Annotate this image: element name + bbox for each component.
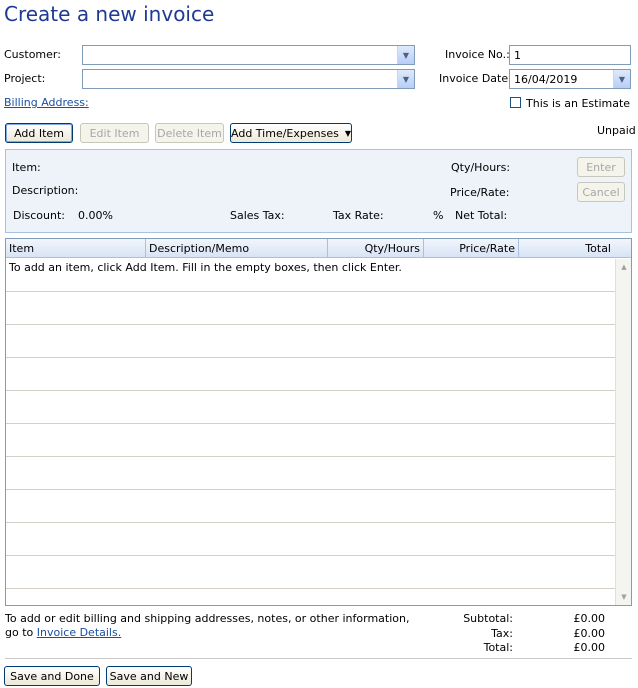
- invoice-no-label: Invoice No.:: [445, 48, 510, 61]
- status-badge: Unpaid: [597, 124, 636, 137]
- column-header-item[interactable]: Item: [6, 239, 146, 258]
- invoice-no-input[interactable]: 1: [509, 45, 631, 65]
- chevron-down-icon[interactable]: ▼: [613, 70, 630, 88]
- invoice-date-picker[interactable]: 16/04/2019 ▼: [509, 69, 631, 89]
- billing-address-link[interactable]: Billing Address:: [4, 96, 89, 109]
- add-time-expenses-label: Add Time/Expenses: [231, 126, 339, 140]
- items-table: Item Description/Memo Qty/Hours Price/Ra…: [5, 238, 632, 606]
- subtotal-label: Subtotal:: [463, 612, 513, 625]
- tax-label: Tax:: [491, 627, 513, 640]
- table-row[interactable]: [6, 424, 615, 457]
- invoice-date-label: Invoice Date:: [439, 72, 512, 85]
- table-row[interactable]: [6, 457, 615, 490]
- tax-rate-label: Tax Rate:: [333, 209, 384, 222]
- column-header-total[interactable]: Total: [519, 239, 614, 258]
- table-row[interactable]: [6, 292, 615, 325]
- net-total-label: Net Total:: [455, 209, 508, 222]
- total-label: Total:: [483, 641, 513, 654]
- column-header-qty-hours[interactable]: Qty/Hours: [328, 239, 424, 258]
- total-value: £0.00: [573, 641, 606, 654]
- cancel-button[interactable]: Cancel: [577, 182, 625, 202]
- save-and-new-button[interactable]: Save and New: [106, 666, 192, 686]
- chevron-down-icon[interactable]: ▼: [397, 70, 414, 88]
- discount-value: 0.00%: [78, 209, 113, 222]
- scroll-up-icon[interactable]: ▲: [616, 259, 632, 275]
- project-label: Project:: [4, 72, 46, 85]
- table-row[interactable]: To add an item, click Add Item. Fill in …: [6, 259, 615, 292]
- qty-hours-label: Qty/Hours:: [451, 161, 511, 174]
- add-item-button[interactable]: Add Item: [5, 123, 73, 143]
- footer-info-prefix: go to: [5, 626, 34, 639]
- invoice-no-value: 1: [514, 49, 521, 62]
- table-hint: To add an item, click Add Item. Fill in …: [9, 261, 402, 274]
- description-label: Description:: [12, 184, 79, 197]
- table-body: To add an item, click Add Item. Fill in …: [6, 259, 615, 605]
- invoice-date-value: 16/04/2019: [514, 73, 578, 86]
- edit-item-button[interactable]: Edit Item: [80, 123, 149, 143]
- table-row[interactable]: [6, 523, 615, 556]
- add-time-expenses-button[interactable]: Add Time/Expenses ▼: [230, 123, 352, 143]
- discount-label: Discount:: [13, 209, 65, 222]
- table-header: Item Description/Memo Qty/Hours Price/Ra…: [6, 239, 631, 258]
- tax-rate-unit: %: [433, 209, 444, 222]
- chevron-down-icon[interactable]: ▼: [397, 46, 414, 64]
- enter-button[interactable]: Enter: [577, 157, 625, 177]
- footer-divider: [5, 658, 632, 659]
- page-title: Create a new invoice: [4, 2, 215, 26]
- table-row[interactable]: [6, 490, 615, 523]
- table-row[interactable]: [6, 358, 615, 391]
- table-row[interactable]: [6, 391, 615, 424]
- estimate-checkbox[interactable]: [510, 97, 521, 108]
- item-label: Item:: [12, 161, 41, 174]
- invoice-details-link[interactable]: Invoice Details.: [37, 626, 121, 639]
- table-row[interactable]: [6, 556, 615, 589]
- price-rate-label: Price/Rate:: [450, 186, 510, 199]
- scroll-down-icon[interactable]: ▼: [616, 589, 632, 605]
- item-entry-panel: Item: Description: Discount: 0.00% Sales…: [5, 149, 632, 233]
- project-combo[interactable]: ▼: [82, 69, 415, 89]
- customer-combo[interactable]: ▼: [82, 45, 415, 65]
- tax-value: £0.00: [573, 627, 606, 640]
- caret-down-icon: ▼: [344, 128, 351, 138]
- table-row[interactable]: [6, 325, 615, 358]
- footer-info-line1: To add or edit billing and shipping addr…: [5, 612, 410, 625]
- sales-tax-label: Sales Tax:: [230, 209, 285, 222]
- footer-info-line2: go to Invoice Details.: [5, 626, 121, 639]
- vertical-scrollbar[interactable]: ▲ ▼: [615, 259, 631, 605]
- customer-label: Customer:: [4, 48, 61, 61]
- subtotal-value: £0.00: [573, 612, 606, 625]
- column-header-description[interactable]: Description/Memo: [146, 239, 328, 258]
- estimate-label: This is an Estimate: [526, 97, 631, 110]
- save-and-done-button[interactable]: Save and Done: [4, 666, 100, 686]
- delete-item-button[interactable]: Delete Item: [155, 123, 224, 143]
- column-header-price-rate[interactable]: Price/Rate: [424, 239, 519, 258]
